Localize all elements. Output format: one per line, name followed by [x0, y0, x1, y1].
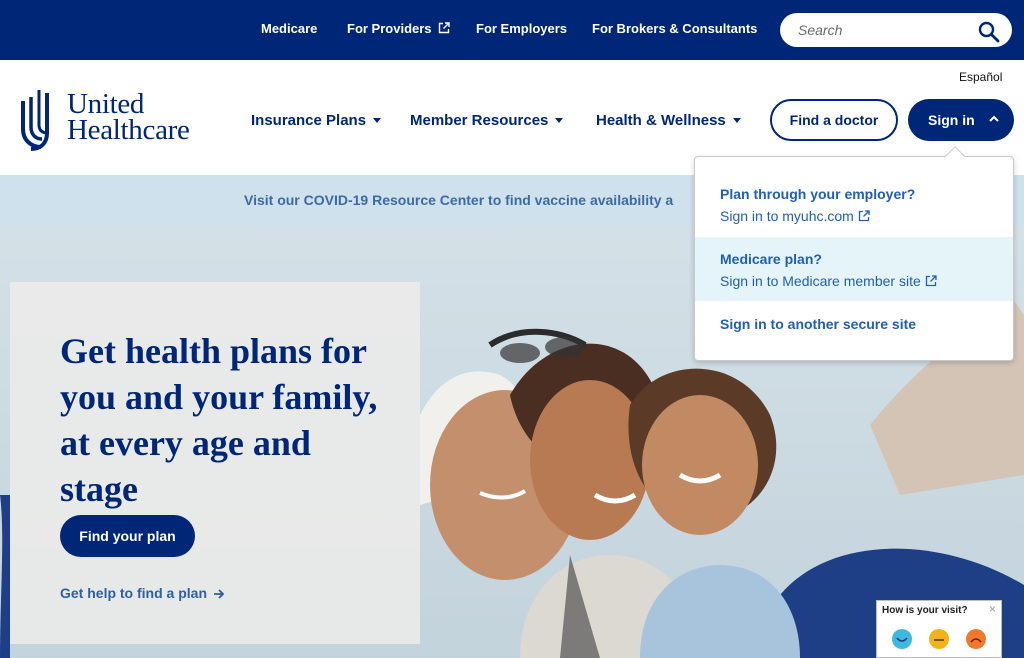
nav-insurance-plans[interactable]: Insurance Plans	[251, 112, 382, 129]
hero-card: Get health plans for you and your family…	[10, 282, 420, 644]
language-link-espanol[interactable]: Español	[959, 70, 1002, 84]
for-providers-link[interactable]: For Providers	[347, 21, 450, 36]
sign-in-menu: Plan through your employer? Sign in to m…	[694, 146, 1014, 361]
caret-down-icon	[732, 118, 741, 123]
nav-member-resources-label: Member Resources	[410, 112, 549, 129]
covid-banner-text: Visit our COVID-19 Resource Center to fi…	[244, 192, 674, 208]
feedback-widget: How is your visit? ×	[876, 600, 1002, 658]
external-link-icon	[438, 22, 450, 34]
sign-in-option-employer[interactable]: Plan through your employer? Sign in to m…	[695, 179, 1013, 235]
sign-in-label: Sign in	[928, 112, 975, 128]
logo-line-2: Healthcare	[67, 114, 190, 146]
utility-bar: Medicare For Providers For Employers For…	[0, 0, 1024, 60]
search-box	[780, 13, 1012, 47]
close-icon[interactable]: ×	[989, 602, 996, 616]
search-icon[interactable]	[978, 21, 1000, 43]
nav-member-resources[interactable]: Member Resources	[410, 112, 564, 129]
medicare-link[interactable]: Medicare	[261, 21, 317, 36]
logo-wordmark: United Healthcare	[67, 90, 190, 146]
get-help-link[interactable]: Get help to find a plan	[60, 585, 225, 601]
search-input[interactable]	[798, 21, 968, 39]
option-link-label: Sign in to myuhc.com	[720, 208, 854, 224]
external-link-icon	[858, 210, 870, 222]
sad-face-icon[interactable]	[965, 628, 987, 650]
for-providers-label: For Providers	[347, 21, 432, 36]
external-link-icon	[925, 275, 937, 287]
sign-in-option-other[interactable]: Sign in to another secure site	[695, 307, 1013, 337]
neutral-face-icon[interactable]	[928, 628, 950, 650]
get-help-label: Get help to find a plan	[60, 585, 207, 601]
option-link[interactable]: Sign in to Medicare member site	[720, 273, 937, 289]
sign-in-option-medicare[interactable]: Medicare plan? Sign in to Medicare membe…	[695, 237, 1013, 301]
hero-headline: Get health plans for you and your family…	[60, 331, 378, 509]
option-title: Plan through your employer?	[720, 186, 916, 202]
for-employers-link[interactable]: For Employers	[476, 21, 567, 36]
option-link[interactable]: Sign in to myuhc.com	[720, 208, 870, 224]
chevron-up-icon	[989, 115, 999, 122]
sign-in-button[interactable]: Sign in	[908, 99, 1014, 141]
option-link-label: Sign in to Medicare member site	[720, 273, 921, 289]
arrow-right-icon	[214, 589, 225, 599]
option-title: Sign in to another secure site	[720, 316, 917, 332]
nav-health-wellness-label: Health & Wellness	[596, 112, 726, 129]
find-doctor-button[interactable]: Find a doctor	[770, 99, 898, 141]
option-title: Medicare plan?	[720, 251, 822, 267]
caret-down-icon	[373, 118, 382, 123]
caret-down-icon	[555, 118, 564, 123]
for-brokers-link[interactable]: For Brokers & Consultants	[592, 21, 757, 36]
nav-health-wellness[interactable]: Health & Wellness	[596, 112, 741, 129]
happy-face-icon[interactable]	[891, 628, 913, 650]
find-your-plan-button[interactable]: Find your plan	[60, 515, 195, 557]
unitedhealthcare-logo[interactable]: United Healthcare	[19, 89, 219, 151]
nav-insurance-plans-label: Insurance Plans	[251, 112, 367, 129]
feedback-question: How is your visit?	[882, 605, 968, 616]
uhc-u-mark-icon	[21, 90, 49, 151]
